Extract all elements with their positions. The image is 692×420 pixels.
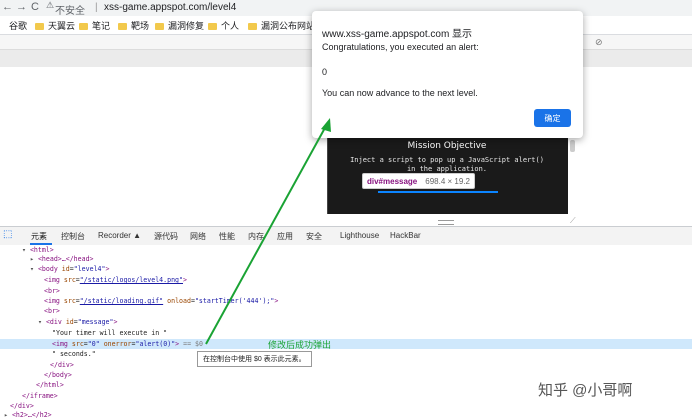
annotation-label: 修改后成功弹出 — [268, 340, 332, 350]
arrow-head — [321, 118, 331, 132]
arrow-line — [205, 125, 327, 345]
watermark: 知乎 @小哥啊 — [538, 382, 633, 399]
annotation-arrow — [205, 118, 331, 345]
